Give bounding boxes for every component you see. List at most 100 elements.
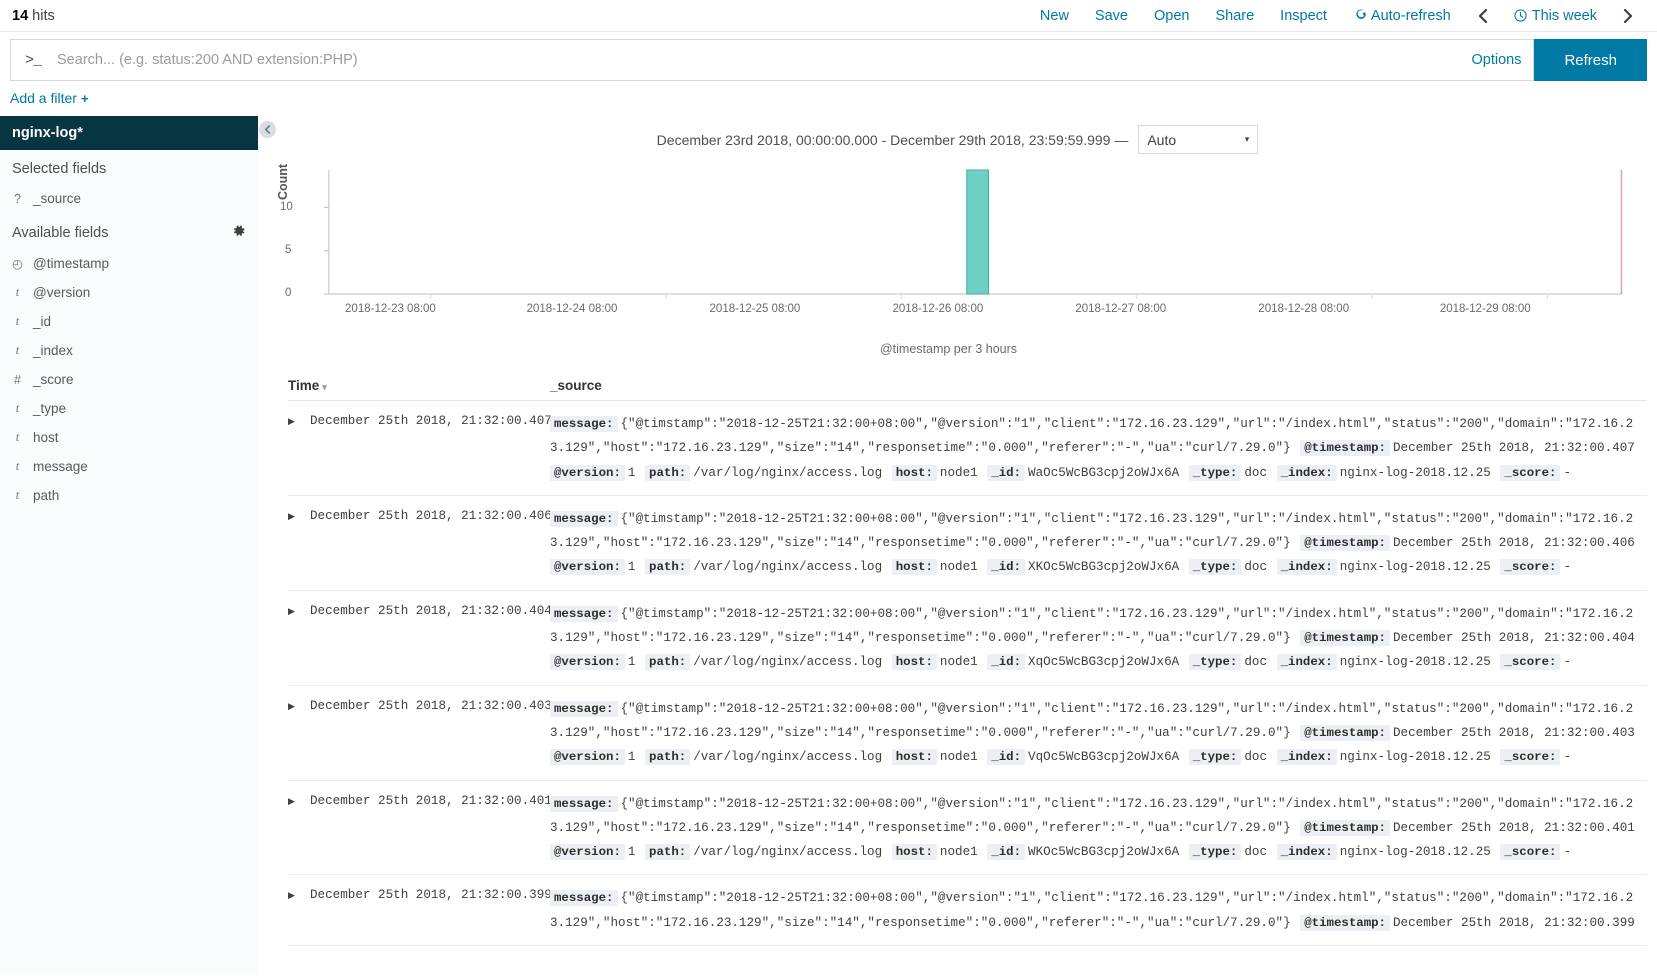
field-key-id: _id: — [987, 559, 1026, 576]
nav-new-button[interactable]: New — [1027, 4, 1082, 28]
gear-icon[interactable] — [232, 224, 246, 242]
chevron-left-small-icon — [265, 125, 270, 134]
y-tick-0: 0 — [285, 287, 292, 299]
field-key-message: message: — [550, 510, 618, 527]
query-bar: >_ Options Refresh — [0, 32, 1657, 88]
clock-icon — [1514, 9, 1527, 22]
field-value-timestamp: December 25th 2018, 21:32:00.407 — [1393, 441, 1635, 456]
field-key-id: _id: — [987, 844, 1026, 861]
nav-next-time-button[interactable] — [1610, 5, 1647, 27]
sidebar-field-path[interactable]: t path — [0, 481, 258, 510]
sidebar-field-score[interactable]: # _score — [0, 365, 258, 394]
field-key-timestamp: @timestamp: — [1300, 440, 1390, 457]
sidebar-field-label: _id — [33, 314, 52, 329]
field-key-message: message: — [550, 700, 618, 717]
nav-save-button[interactable]: Save — [1082, 4, 1141, 28]
field-sidebar: nginx-log* Selected fields ? _source Ava… — [0, 116, 258, 973]
nav-share-button[interactable]: Share — [1202, 4, 1267, 28]
nav-save-label: Save — [1094, 7, 1128, 24]
expand-row-button[interactable]: ▶ — [288, 697, 310, 712]
field-value-host: node1 — [939, 845, 978, 860]
query-options-button[interactable]: Options — [1455, 52, 1521, 68]
field-key-message: message: — [550, 605, 618, 622]
field-value-host: node1 — [939, 560, 978, 575]
row-time-cell: December 25th 2018, 21:32:00.406 — [310, 508, 552, 523]
sidebar-field-message[interactable]: t message — [0, 452, 258, 481]
table-row[interactable]: ▶ December 25th 2018, 21:32:00.407 messa… — [288, 401, 1647, 496]
histogram-bar[interactable] — [966, 169, 989, 295]
table-row[interactable]: ▶ December 25th 2018, 21:32:00.401 messa… — [288, 781, 1647, 876]
field-key-path: path: — [645, 749, 691, 766]
index-pattern-label: nginx-log* — [12, 125, 83, 141]
expand-row-button[interactable]: ▶ — [288, 412, 310, 427]
table-row[interactable]: ▶ December 25th 2018, 21:32:00.404 messa… — [288, 591, 1647, 686]
kibana-discover-app: 14 hits New Save Open Share Inspect Auto… — [0, 0, 1657, 976]
field-key-message: message: — [550, 890, 618, 907]
field-value-score: - — [1563, 845, 1572, 860]
field-key-path: path: — [645, 464, 691, 481]
nav-auto-refresh-button[interactable]: Auto-refresh — [1340, 4, 1464, 28]
nav-inspect-label: Inspect — [1280, 7, 1327, 24]
field-value-score: - — [1563, 655, 1572, 670]
field-value-index: nginx-log-2018.12.25 — [1339, 560, 1491, 575]
nav-previous-time-button[interactable] — [1464, 5, 1501, 27]
expand-row-button[interactable]: ▶ — [288, 792, 310, 807]
sidebar-field-id[interactable]: t _id — [0, 307, 258, 336]
table-row[interactable]: ▶ December 25th 2018, 21:32:00.406 messa… — [288, 496, 1647, 591]
x-tick-3: 2018-12-26 08:00 — [892, 303, 984, 315]
field-value-version: 1 — [627, 655, 636, 670]
query-input-container[interactable]: >_ Options — [10, 39, 1535, 81]
field-value-id: WKOc5WcBG3cpj2oWJx6A — [1028, 845, 1180, 860]
nav-inspect-button[interactable]: Inspect — [1267, 4, 1340, 28]
sidebar-field-host[interactable]: t host — [0, 423, 258, 452]
collapse-sidebar-button[interactable] — [259, 121, 276, 138]
sidebar-field-index[interactable]: t _index — [0, 336, 258, 365]
add-filter-button[interactable]: Add a filter + — [10, 90, 89, 106]
y-tick-10: 10 — [280, 201, 293, 213]
row-time-cell: December 25th 2018, 21:32:00.404 — [310, 603, 552, 618]
chart-header: December 23rd 2018, 00:00:00.000 - Decem… — [258, 116, 1657, 160]
field-value-type: doc — [1244, 465, 1268, 480]
chevron-right-icon — [1623, 8, 1634, 23]
field-value-index: nginx-log-2018.12.25 — [1339, 845, 1491, 860]
refresh-icon — [1353, 9, 1366, 22]
field-value-timestamp: December 25th 2018, 21:32:00.404 — [1393, 631, 1635, 646]
nav-auto-refresh-label: Auto-refresh — [1370, 7, 1451, 24]
field-key-timestamp: @timestamp: — [1300, 914, 1390, 931]
sidebar-field-version[interactable]: t @version — [0, 278, 258, 307]
field-type-date-icon: ◴ — [12, 257, 23, 271]
field-key-host: host: — [891, 654, 937, 671]
expand-row-button[interactable]: ▶ — [288, 886, 310, 901]
search-input[interactable] — [55, 40, 1456, 80]
field-type-number-icon: # — [14, 372, 21, 387]
expand-row-button[interactable]: ▶ — [288, 507, 310, 522]
field-value-index: nginx-log-2018.12.25 — [1339, 655, 1491, 670]
refresh-button[interactable]: Refresh — [1534, 39, 1647, 81]
field-value-path: /var/log/nginx/access.log — [693, 845, 883, 860]
filter-bar: Add a filter + — [0, 88, 1657, 116]
sidebar-field-timestamp[interactable]: ◴ @timestamp — [0, 249, 258, 278]
table-row[interactable]: ▶ December 25th 2018, 21:32:00.403 messa… — [288, 686, 1647, 781]
nav-time-picker-button[interactable]: This week — [1501, 4, 1610, 28]
field-key-host: host: — [891, 559, 937, 576]
interval-select[interactable]: Auto ▾ — [1138, 125, 1259, 154]
field-key-version: @version: — [550, 844, 625, 861]
histogram-chart[interactable]: Count 0 5 10 2018-12-23 08:00 2018-12-24… — [276, 162, 1635, 340]
row-source-cell: message: {"@timstamp":"2018-12-25T21:32:0… — [550, 412, 1647, 485]
nav-open-button[interactable]: Open — [1141, 4, 1202, 28]
field-key-score: _score: — [1500, 464, 1561, 481]
index-pattern-selector[interactable]: nginx-log* — [0, 116, 258, 150]
top-nav-menu: New Save Open Share Inspect Auto-refresh — [1027, 4, 1647, 28]
expand-row-button[interactable]: ▶ — [288, 602, 310, 617]
field-type-string-icon: t — [15, 488, 20, 502]
table-row[interactable]: ▶ December 25th 2018, 21:32:00.399 messa… — [288, 875, 1647, 947]
field-key-path: path: — [645, 844, 691, 861]
field-type-string-icon: t — [15, 314, 20, 328]
sidebar-field-type[interactable]: t _type — [0, 394, 258, 423]
sidebar-field-_source[interactable]: ? _source — [0, 184, 258, 213]
field-value-host: node1 — [939, 465, 978, 480]
field-value-path: /var/log/nginx/access.log — [693, 655, 883, 670]
column-header-time[interactable]: Time ▾ — [288, 378, 550, 393]
sidebar-field-label: @timestamp — [33, 256, 109, 271]
field-key-path: path: — [645, 559, 691, 576]
